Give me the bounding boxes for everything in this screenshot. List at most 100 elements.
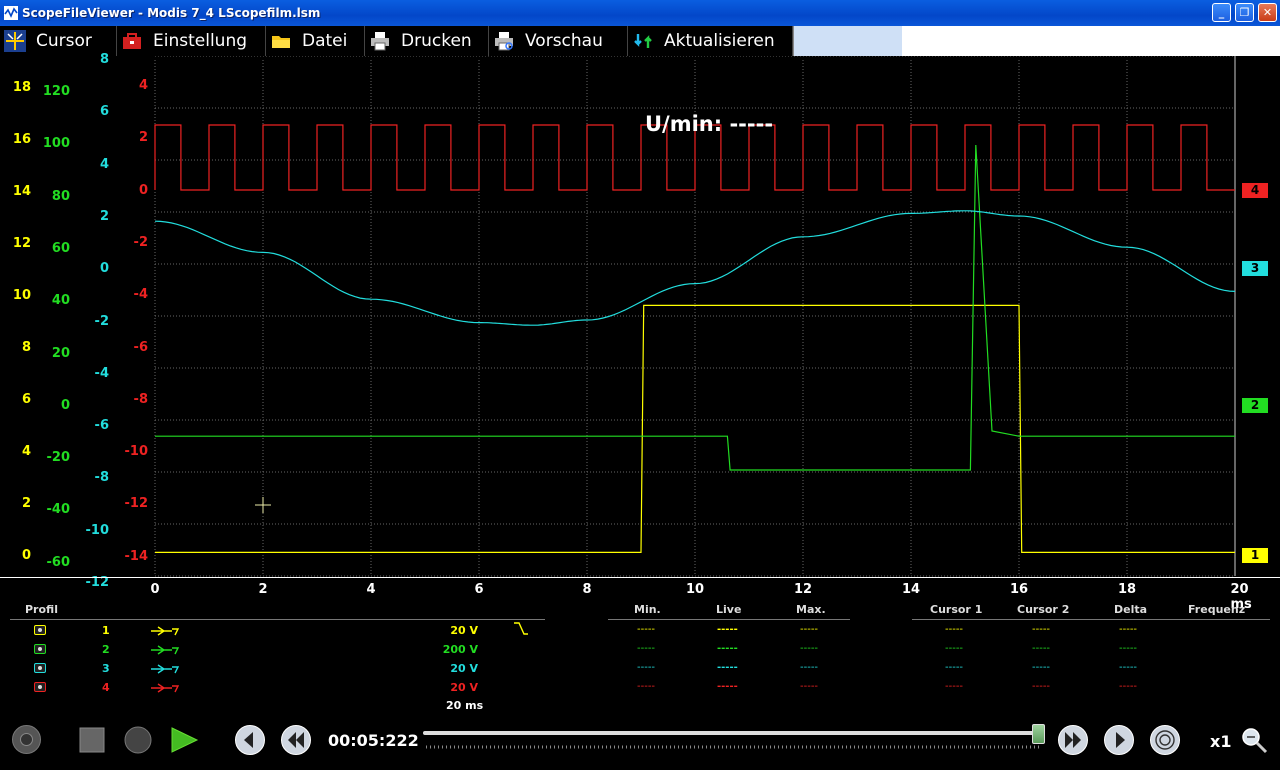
channel-scale[interactable]: 200 V — [443, 643, 478, 656]
value-delta: ----- — [1119, 662, 1138, 673]
x-axis: 0 2 4 6 8 10 12 14 16 18 20 ms — [0, 578, 1280, 612]
value-cursor1: ----- — [945, 662, 964, 673]
settings-label: Einstellung — [153, 31, 248, 51]
x-tick-label: 2 — [258, 582, 268, 597]
axis-ch2-tick: 60 — [51, 240, 70, 256]
x-tick-label: 12 — [793, 582, 813, 597]
channel-scale[interactable]: 20 V — [450, 662, 478, 675]
toolbar-spacer — [793, 26, 902, 56]
probe-icon[interactable] — [150, 682, 182, 694]
axis-ch4-tick: -8 — [133, 391, 148, 407]
probe-icon[interactable] — [150, 644, 182, 656]
timebase-value: 20 ms — [446, 699, 484, 712]
camera-icon[interactable] — [11, 724, 42, 755]
timeline-track[interactable] — [423, 731, 1043, 735]
cursor-label: Cursor — [36, 31, 92, 51]
visibility-eye-icon[interactable] — [34, 644, 46, 654]
channel-scale[interactable]: 20 V — [450, 681, 478, 694]
timeline-ticks — [426, 745, 1041, 749]
axis-ch1-tick: 6 — [21, 392, 31, 407]
title-bar: ScopeFileViewer - Modis 7_4 LScopefilm.l… — [0, 0, 1280, 26]
scope-canvas[interactable] — [0, 55, 1280, 578]
probe-icon[interactable] — [150, 663, 182, 675]
divider — [912, 619, 1270, 620]
axis-ch4-tick: -6 — [133, 339, 148, 355]
step-forward-icon[interactable] — [1103, 724, 1135, 756]
loop-icon[interactable] — [1149, 724, 1181, 756]
axis-ch1-tick: 18 — [12, 80, 31, 95]
axis-ch4-tick: -10 — [124, 444, 149, 460]
axis-ch1-tick: 0 — [21, 548, 31, 563]
header-delta: Delta — [1114, 603, 1148, 616]
channel-tag-1[interactable]: 1 — [1242, 548, 1268, 563]
toolbar: Cursor Einstellung Datei Drucken Vorscha… — [0, 26, 1280, 56]
channel-scale[interactable]: 20 V — [450, 624, 478, 637]
value-min: ----- — [637, 643, 656, 654]
axis-ch4-tick: -12 — [124, 496, 149, 512]
value-delta: ----- — [1119, 681, 1138, 692]
axis-ch4-tick: 4 — [138, 78, 148, 93]
preview-label: Vorschau — [525, 31, 603, 51]
close-button[interactable]: ✕ — [1258, 3, 1277, 22]
step-back-icon[interactable] — [234, 724, 266, 756]
header-cursor1: Cursor 1 — [930, 603, 983, 616]
printer-icon — [371, 32, 389, 51]
visibility-eye-icon[interactable] — [34, 682, 46, 692]
probe-icon[interactable] — [150, 625, 182, 637]
axis-ch2-tick: 80 — [51, 188, 70, 204]
timeline-slider-handle[interactable] — [1031, 724, 1045, 744]
zoom-icon[interactable] — [1240, 726, 1270, 756]
axis-ch3-tick: 6 — [99, 104, 109, 120]
visibility-eye-icon[interactable] — [34, 663, 46, 673]
print-button[interactable]: Drucken — [365, 26, 489, 56]
refresh-icon — [634, 34, 652, 48]
axis-ch4-tick: -2 — [133, 234, 148, 250]
fast-forward-icon[interactable] — [1057, 724, 1089, 756]
value-live: ----- — [717, 662, 738, 673]
channel-tag-4[interactable]: 4 — [1242, 183, 1268, 198]
value-live: ----- — [717, 681, 738, 692]
value-cursor1: ----- — [945, 643, 964, 654]
file-button[interactable]: Datei — [266, 26, 365, 56]
x-tick-label: 14 — [901, 582, 921, 597]
axis-ch2-tick: -40 — [46, 502, 71, 518]
axis-ch1-tick: 14 — [12, 184, 31, 199]
axis-ch3-tick: 8 — [99, 52, 109, 67]
header-live: Live — [716, 603, 742, 616]
value-cursor1: ----- — [945, 681, 964, 692]
axis-ch3-tick: -8 — [94, 470, 109, 486]
app-icon — [4, 6, 18, 20]
scope-plot[interactable]: 18 16 14 12 10 8 6 4 2 0 120 100 80 60 40 20 0 -20 -40 -60… — [0, 52, 1280, 590]
value-cursor2: ----- — [1032, 662, 1051, 673]
play-icon[interactable] — [169, 726, 199, 754]
minimize-button[interactable]: _ — [1212, 3, 1231, 22]
axis-ch2-tick: 20 — [51, 345, 70, 361]
axis-ch2-tick: 40 — [51, 293, 70, 309]
axis-ch3-tick: -2 — [94, 313, 109, 329]
x-tick-label: 0 — [150, 582, 160, 597]
channel-tag-3[interactable]: 3 — [1242, 261, 1268, 276]
profile-label: Profil — [25, 603, 58, 616]
preview-button[interactable]: Vorschau — [489, 26, 628, 56]
traces — [154, 124, 1236, 553]
settings-button[interactable]: Einstellung — [117, 26, 266, 56]
axis-ch1-tick: 12 — [12, 236, 31, 251]
trigger-edge-icon[interactable] — [512, 620, 530, 638]
x-tick-label: 4 — [366, 582, 376, 597]
value-min: ----- — [637, 681, 656, 692]
stop-icon[interactable] — [79, 727, 105, 753]
channel-tag-2[interactable]: 2 — [1242, 398, 1268, 413]
refresh-button[interactable]: Aktualisieren — [628, 26, 793, 56]
record-icon[interactable] — [123, 725, 153, 755]
axis-ch3-tick: 0 — [99, 261, 109, 277]
cursor-icon — [4, 30, 26, 52]
rewind-icon[interactable] — [280, 724, 312, 756]
value-live: ----- — [717, 624, 738, 635]
maximize-button[interactable]: ❐ — [1235, 3, 1254, 22]
playback-time: 00:05:222 — [328, 731, 419, 750]
visibility-eye-icon[interactable] — [34, 625, 46, 635]
axis-ch1-tick: 2 — [21, 496, 31, 511]
axis-ch2-tick: 120 — [42, 84, 70, 99]
axis-ch3-tick: -4 — [94, 365, 109, 381]
playback-speed[interactable]: x1 — [1210, 732, 1231, 751]
